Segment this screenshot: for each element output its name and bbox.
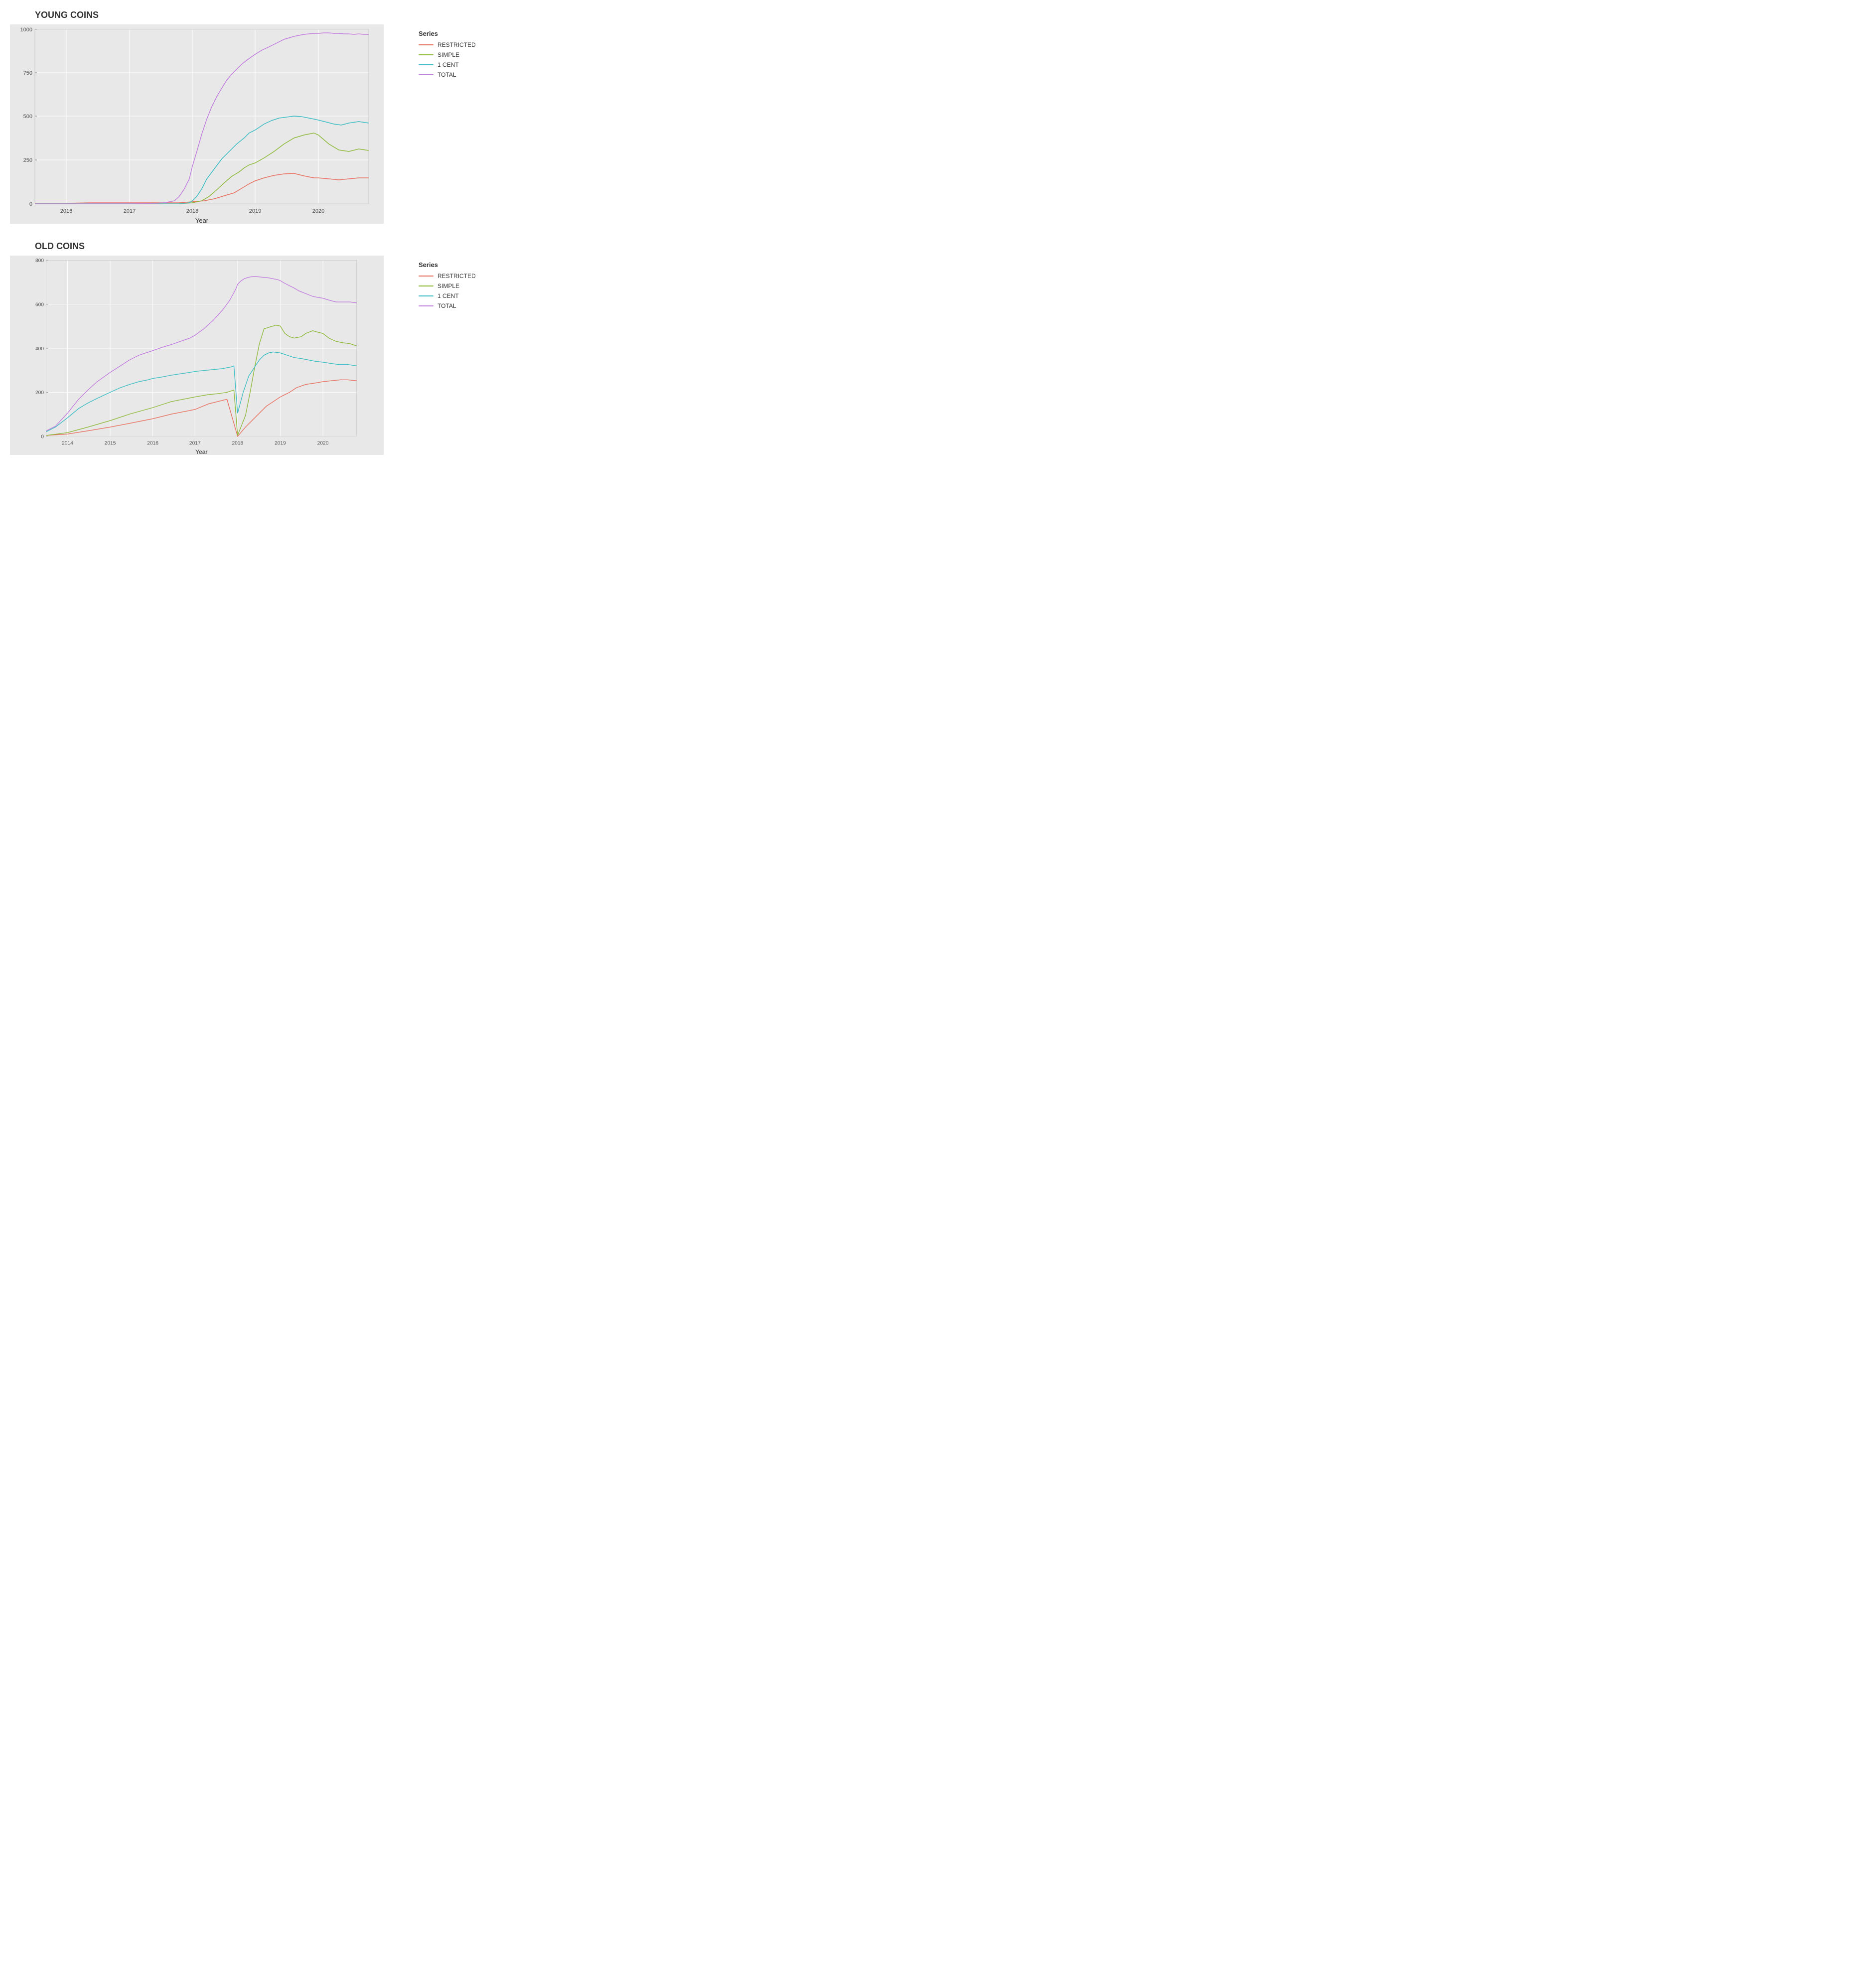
svg-text:250: 250 — [23, 157, 32, 163]
1cent-color-swatch — [419, 64, 433, 65]
svg-text:2017: 2017 — [189, 441, 201, 446]
young-legend-title: Series — [419, 30, 488, 37]
svg-text:2020: 2020 — [312, 208, 324, 214]
restricted-label: RESTRICTED — [437, 41, 476, 48]
svg-text:2019: 2019 — [249, 208, 261, 214]
old-legend-1cent: 1 CENT — [419, 292, 488, 299]
old-simple-color-swatch — [419, 285, 433, 286]
svg-text:400: 400 — [35, 346, 44, 352]
young-coins-svg: 0 250 500 750 1000 2016 2017 2018 2019 2… — [10, 24, 384, 224]
simple-color-swatch — [419, 54, 433, 55]
svg-text:800: 800 — [35, 258, 44, 264]
svg-text:200: 200 — [35, 390, 44, 396]
young-legend-1cent: 1 CENT — [419, 61, 488, 68]
total-color-swatch — [419, 74, 433, 75]
old-total-label: TOTAL — [437, 302, 456, 309]
svg-text:2015: 2015 — [105, 441, 116, 446]
svg-text:2018: 2018 — [232, 441, 243, 446]
young-coins-legend: Series RESTRICTED SIMPLE 1 CENT TOTAL — [409, 10, 488, 81]
old-coins-svg: 0 200 400 600 800 2014 2015 2016 2017 20… — [10, 256, 384, 455]
svg-text:Year: Year — [195, 448, 207, 455]
old-coins-section: OLD COINS — [10, 241, 488, 457]
old-restricted-label: RESTRICTED — [437, 273, 476, 280]
old-legend-simple: SIMPLE — [419, 282, 488, 289]
svg-text:2016: 2016 — [147, 441, 158, 446]
svg-text:Year: Year — [195, 217, 209, 224]
svg-text:2014: 2014 — [62, 441, 73, 446]
young-legend-simple: SIMPLE — [419, 51, 488, 58]
svg-text:2017: 2017 — [124, 208, 136, 214]
old-1cent-label: 1 CENT — [437, 292, 459, 299]
svg-text:2016: 2016 — [60, 208, 72, 214]
old-coins-title: OLD COINS — [10, 241, 409, 252]
svg-text:1000: 1000 — [20, 27, 32, 33]
svg-text:0: 0 — [41, 434, 44, 440]
svg-text:2018: 2018 — [186, 208, 198, 214]
old-restricted-color-swatch — [419, 276, 433, 277]
page-container: YOUNG COINS — [10, 10, 488, 457]
old-coins-chart-area: OLD COINS — [10, 241, 409, 457]
1cent-label: 1 CENT — [437, 61, 459, 68]
svg-text:600: 600 — [35, 302, 44, 307]
total-label: TOTAL — [437, 71, 456, 78]
old-simple-label: SIMPLE — [437, 282, 459, 289]
svg-text:0: 0 — [29, 201, 32, 207]
svg-text:500: 500 — [23, 114, 32, 120]
old-coins-legend: Series RESTRICTED SIMPLE 1 CENT TOTAL — [409, 241, 488, 312]
old-total-color-swatch — [419, 305, 433, 306]
old-legend-title: Series — [419, 261, 488, 269]
young-coins-chart-area: YOUNG COINS — [10, 10, 409, 226]
old-1cent-color-swatch — [419, 295, 433, 296]
young-legend-restricted: RESTRICTED — [419, 41, 488, 48]
svg-text:2020: 2020 — [317, 441, 329, 446]
young-legend-total: TOTAL — [419, 71, 488, 78]
old-legend-restricted: RESTRICTED — [419, 273, 488, 280]
svg-text:2019: 2019 — [275, 441, 286, 446]
young-coins-title: YOUNG COINS — [10, 10, 409, 20]
restricted-color-swatch — [419, 44, 433, 45]
simple-label: SIMPLE — [437, 51, 459, 58]
old-legend-total: TOTAL — [419, 302, 488, 309]
svg-text:750: 750 — [23, 70, 32, 76]
young-coins-section: YOUNG COINS — [10, 10, 488, 226]
